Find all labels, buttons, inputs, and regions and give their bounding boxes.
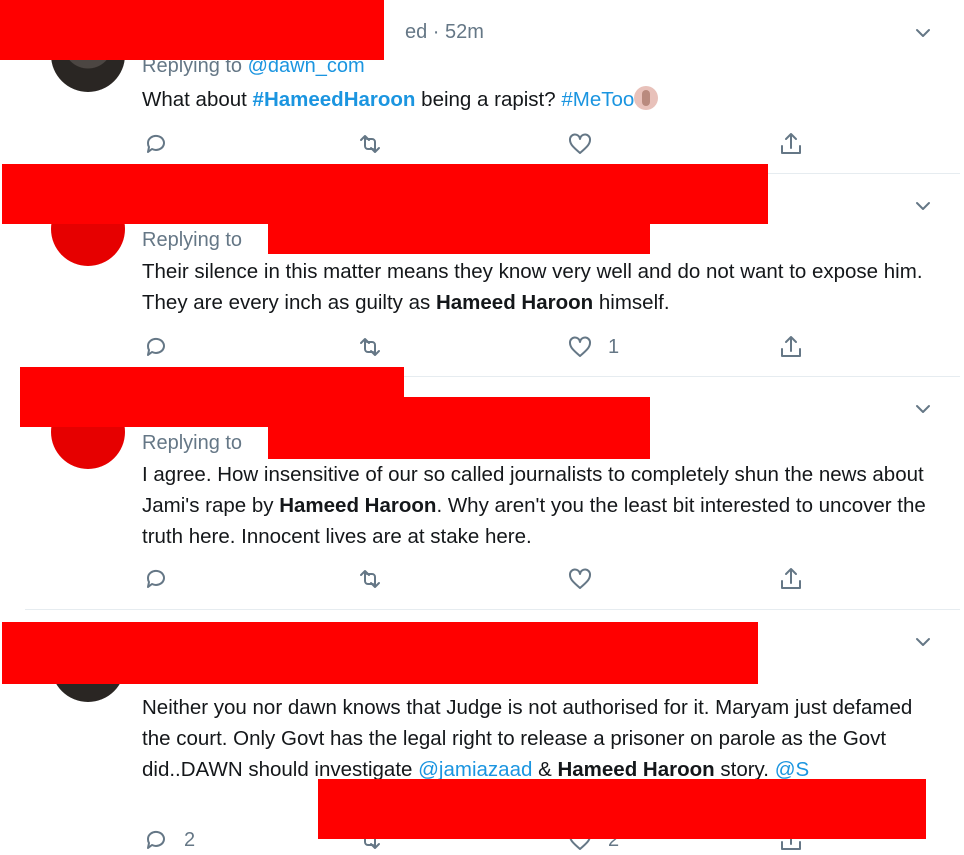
- text-segment: What about: [142, 88, 253, 111]
- retweet-icon: [360, 338, 380, 356]
- share-button[interactable]: [777, 565, 805, 593]
- share-icon: [781, 133, 801, 154]
- replying-to-label: Replying to: [142, 432, 243, 454]
- tweet-text: I agree. How insensitive of our so calle…: [142, 459, 932, 552]
- retweet-button[interactable]: [356, 333, 398, 361]
- tweet-time[interactable]: ed · 52m: [405, 21, 484, 44]
- retweet-icon: [360, 570, 380, 588]
- replying-to: Replying to: [142, 432, 242, 455]
- retweet-icon: [360, 135, 380, 153]
- highlighted-name: Hameed Haroon: [435, 291, 594, 314]
- redaction-box: [268, 224, 650, 254]
- redaction-box: [268, 397, 650, 459]
- text-segment: himself.: [593, 291, 670, 314]
- retweet-button[interactable]: [356, 130, 398, 158]
- reply-button[interactable]: 2: [142, 826, 195, 854]
- share-icon: [781, 568, 801, 589]
- like-icon: [568, 133, 592, 154]
- mention-link[interactable]: @S: [775, 758, 809, 781]
- chevron-down-icon[interactable]: [912, 398, 934, 420]
- retweet-button[interactable]: [356, 565, 398, 593]
- chevron-down-icon[interactable]: [912, 631, 934, 653]
- raised-hand-emoji-icon: [634, 86, 659, 110]
- redaction-box: [318, 779, 926, 839]
- tweet-text: Neither you nor dawn knows that Judge is…: [142, 692, 932, 785]
- highlighted-name: Hameed Haroon: [279, 494, 437, 517]
- like-button[interactable]: [566, 565, 608, 593]
- text-segment: story.: [714, 758, 775, 781]
- chevron-down-icon[interactable]: [912, 22, 934, 44]
- reply-button[interactable]: [142, 565, 184, 593]
- chevron-down-icon[interactable]: [912, 195, 934, 217]
- reply-icon: [146, 569, 165, 588]
- redaction-box: [2, 622, 758, 684]
- share-button[interactable]: [777, 130, 805, 158]
- share-button[interactable]: [777, 333, 805, 361]
- like-count: 1: [608, 335, 620, 358]
- replying-to-label: Replying to: [142, 229, 243, 251]
- reply-count: 2: [184, 828, 196, 851]
- highlighted-name: Hameed Haroon: [557, 758, 715, 781]
- like-icon: [568, 336, 592, 357]
- reply-icon: [146, 337, 165, 356]
- redaction-box: [0, 0, 384, 60]
- redaction-box: [2, 164, 768, 224]
- tweet-text: What about #HameedHaroon being a rapist?…: [142, 84, 932, 115]
- reply-button[interactable]: [142, 333, 184, 361]
- share-icon: [781, 336, 801, 357]
- hashtag-link[interactable]: #MeToo: [561, 88, 634, 111]
- reply-button[interactable]: [142, 130, 184, 158]
- reply-icon: [146, 830, 165, 849]
- like-button[interactable]: [566, 130, 608, 158]
- like-icon: [568, 568, 592, 589]
- like-button[interactable]: 1: [566, 333, 619, 361]
- text-segment: being a rapist?: [415, 88, 562, 111]
- hashtag-link[interactable]: #HameedHaroon: [253, 88, 416, 111]
- reply-icon: [146, 134, 165, 153]
- tweet-text: Their silence in this matter means they …: [142, 256, 932, 318]
- mention-link[interactable]: @jamiazaad: [418, 758, 532, 781]
- text-segment: &: [532, 758, 558, 781]
- replying-to: Replying to: [142, 229, 242, 252]
